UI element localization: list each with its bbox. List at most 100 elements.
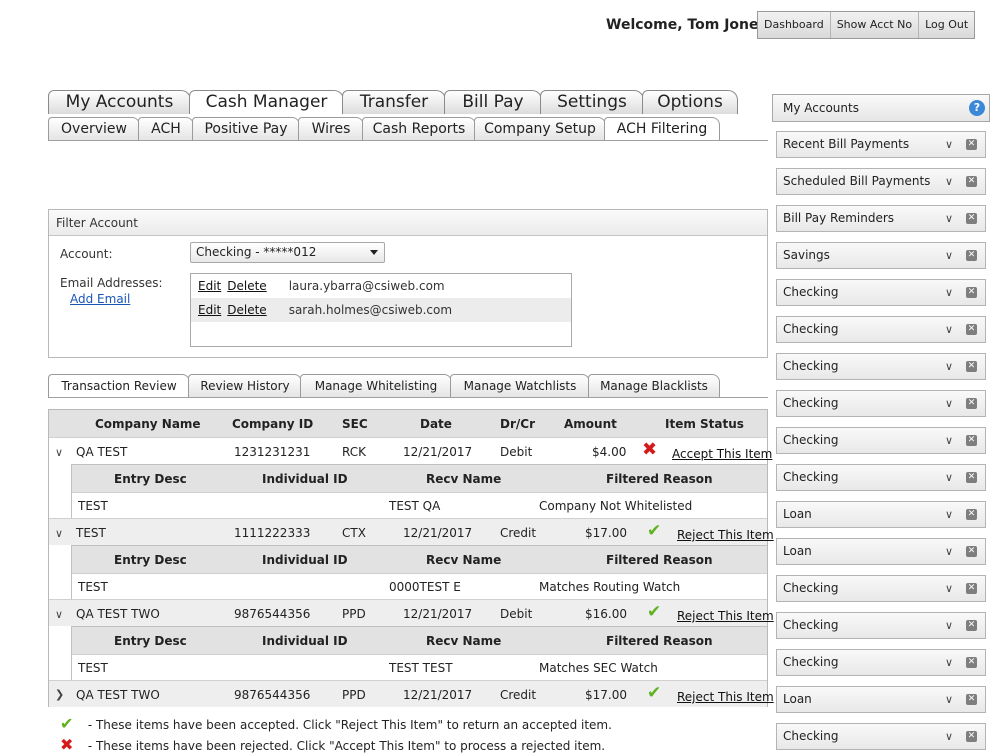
tab-my-accounts[interactable]: My Accounts: [48, 90, 191, 114]
close-icon[interactable]: ✕: [966, 620, 977, 631]
chevron-down-icon[interactable]: ∨: [945, 650, 953, 675]
tab-manage-watchlists[interactable]: Manage Watchlists: [450, 374, 590, 398]
sidebar-widget-checking[interactable]: Checking ∨ ✕: [776, 612, 986, 639]
close-icon[interactable]: ✕: [966, 731, 977, 742]
chevron-right-icon[interactable]: ❯: [55, 688, 64, 701]
show-acct-no-button[interactable]: Show Acct No: [829, 12, 919, 38]
accept-item-link[interactable]: Accept This Item: [672, 447, 772, 461]
chevron-down-icon[interactable]: ∨: [945, 502, 953, 527]
chevron-down-icon[interactable]: ∨: [945, 243, 953, 268]
recv-name: TEST TEST: [389, 661, 453, 675]
subtab-positive-pay[interactable]: Positive Pay: [192, 117, 300, 141]
sidebar-widget-scheduled-bill-payments[interactable]: Scheduled Bill Payments ∨ ✕: [776, 168, 986, 195]
close-icon[interactable]: ✕: [966, 287, 977, 298]
close-icon[interactable]: ✕: [966, 213, 977, 224]
sidebar-widget-checking[interactable]: Checking ∨ ✕: [776, 279, 986, 306]
close-icon[interactable]: ✕: [966, 509, 977, 520]
close-icon[interactable]: ✕: [966, 546, 977, 557]
sidebar-widget-label: Checking: [783, 396, 839, 410]
chevron-down-icon[interactable]: ∨: [945, 354, 953, 379]
chevron-down-icon[interactable]: ∨: [945, 687, 953, 712]
chevron-down-icon[interactable]: ∨: [55, 527, 63, 540]
close-icon[interactable]: ✕: [966, 472, 977, 483]
tab-cash-manager[interactable]: Cash Manager: [189, 90, 344, 114]
chevron-down-icon[interactable]: ∨: [945, 576, 953, 601]
tab-bill-pay[interactable]: Bill Pay: [444, 90, 542, 114]
reject-item-link[interactable]: Reject This Item: [677, 609, 774, 623]
tab-manage-whitelisting[interactable]: Manage Whitelisting: [300, 374, 452, 398]
chevron-down-icon[interactable]: ∨: [945, 169, 953, 194]
chevron-down-icon[interactable]: ∨: [945, 465, 953, 490]
sidebar-widget-loan[interactable]: Loan ∨ ✕: [776, 501, 986, 528]
help-icon[interactable]: ?: [969, 100, 985, 116]
sidebar-widget-checking[interactable]: Checking ∨ ✕: [776, 723, 986, 750]
email-address: sarah.holmes@csiweb.com: [288, 303, 453, 317]
subtab-overview[interactable]: Overview: [48, 117, 140, 141]
subtab-wires[interactable]: Wires: [298, 117, 364, 141]
sidebar-widget-loan[interactable]: Loan ∨ ✕: [776, 686, 986, 713]
sidebar-widget-loan[interactable]: Loan ∨ ✕: [776, 538, 986, 565]
close-icon[interactable]: ✕: [966, 139, 977, 150]
chevron-down-icon[interactable]: ∨: [55, 608, 63, 621]
col-company-name: Company Name: [95, 417, 201, 431]
chevron-down-icon[interactable]: ∨: [945, 724, 953, 749]
close-icon[interactable]: ✕: [966, 324, 977, 335]
chevron-down-icon[interactable]: ∨: [945, 280, 953, 305]
chevron-down-icon[interactable]: ∨: [945, 317, 953, 342]
close-icon[interactable]: ✕: [966, 361, 977, 372]
chevron-down-icon[interactable]: ∨: [945, 391, 953, 416]
close-icon[interactable]: ✕: [966, 176, 977, 187]
edit-email-link[interactable]: Edit: [198, 274, 221, 298]
log-out-button[interactable]: Log Out: [918, 12, 975, 38]
sidebar-widget-savings[interactable]: Savings ∨ ✕: [776, 242, 986, 269]
reject-item-link[interactable]: Reject This Item: [677, 690, 774, 704]
sidebar-widget-checking[interactable]: Checking ∨ ✕: [776, 575, 986, 602]
chevron-down-icon[interactable]: ∨: [945, 428, 953, 453]
sidebar-widget-recent-bill-payments[interactable]: Recent Bill Payments ∨ ✕: [776, 131, 986, 158]
company-name: QA TEST TWO: [76, 688, 160, 702]
delete-email-link[interactable]: Delete: [227, 274, 266, 298]
chevron-down-icon[interactable]: ∨: [945, 613, 953, 638]
chevron-down-icon[interactable]: ∨: [55, 446, 63, 459]
tab-transfer[interactable]: Transfer: [342, 90, 446, 114]
tab-transaction-review[interactable]: Transaction Review: [48, 374, 190, 398]
add-email-link[interactable]: Add Email: [70, 292, 130, 306]
date: 12/21/2017: [403, 607, 473, 621]
dashboard-button[interactable]: Dashboard: [758, 12, 830, 38]
company-id: 1111222333: [234, 526, 311, 540]
col-entry-desc: Entry Desc: [114, 634, 187, 648]
tab-settings[interactable]: Settings: [540, 90, 644, 114]
col-individual-id: Individual ID: [262, 634, 348, 648]
close-icon[interactable]: ✕: [966, 435, 977, 446]
col-filtered-reason: Filtered Reason: [606, 634, 713, 648]
delete-email-link[interactable]: Delete: [227, 298, 266, 322]
close-icon[interactable]: ✕: [966, 694, 977, 705]
sidebar-widget-bill-pay-reminders[interactable]: Bill Pay Reminders ∨ ✕: [776, 205, 986, 232]
sidebar-widget-checking[interactable]: Checking ∨ ✕: [776, 390, 986, 417]
close-icon[interactable]: ✕: [966, 583, 977, 594]
tab-review-history[interactable]: Review History: [188, 374, 302, 398]
reject-item-link[interactable]: Reject This Item: [677, 528, 774, 542]
chevron-down-icon[interactable]: ∨: [945, 206, 953, 231]
tab-manage-blacklists[interactable]: Manage Blacklists: [588, 374, 720, 398]
sidebar-widget-checking[interactable]: Checking ∨ ✕: [776, 353, 986, 380]
tab-options[interactable]: Options: [642, 90, 738, 114]
close-icon[interactable]: ✕: [966, 250, 977, 261]
subtab-cash-reports[interactable]: Cash Reports: [362, 117, 476, 141]
subtab-ach-filtering[interactable]: ACH Filtering: [604, 117, 720, 141]
chevron-down-icon[interactable]: ∨: [945, 539, 953, 564]
chevron-down-icon[interactable]: ∨: [945, 132, 953, 157]
subtab-ach[interactable]: ACH: [138, 117, 194, 141]
sidebar-widget-label: Recent Bill Payments: [783, 137, 910, 151]
sidebar-widget-checking[interactable]: Checking ∨ ✕: [776, 316, 986, 343]
account-select[interactable]: Checking - *****012: [190, 242, 385, 263]
sidebar-widget-checking[interactable]: Checking ∨ ✕: [776, 427, 986, 454]
sidebar-widget-checking[interactable]: Checking ∨ ✕: [776, 649, 986, 676]
close-icon[interactable]: ✕: [966, 398, 977, 409]
edit-email-link[interactable]: Edit: [198, 298, 221, 322]
table-row: ∨ TEST 1111222333 CTX 12/21/2017 Credit …: [49, 518, 774, 545]
close-icon[interactable]: ✕: [966, 657, 977, 668]
sidebar-widget-checking[interactable]: Checking ∨ ✕: [776, 464, 986, 491]
top-bar: Welcome, Tom Jones Dashboard Show Acct N…: [0, 0, 1008, 50]
subtab-company-setup[interactable]: Company Setup: [474, 117, 606, 141]
